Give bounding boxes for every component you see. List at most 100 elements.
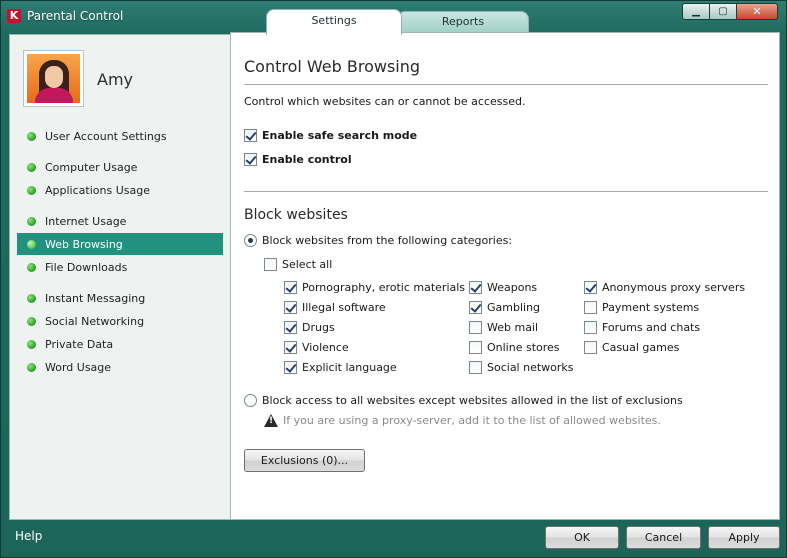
ok-button[interactable]: OK [545, 526, 619, 549]
apply-button[interactable]: Apply [708, 526, 780, 549]
block-all-radio[interactable]: Block access to all websites except webs… [244, 394, 683, 407]
category-label: Pornography, erotic materials [302, 281, 466, 294]
exclusions-button[interactable]: Exclusions (0)... [244, 449, 365, 472]
sidebar-item-social-networking[interactable]: Social Networking [17, 310, 223, 332]
sidebar-item-word-usage[interactable]: Word Usage [17, 356, 223, 378]
minimize-button[interactable]: ▁ [682, 3, 710, 20]
proxy-note-text: If you are using a proxy-server, add it … [283, 414, 661, 427]
maximize-icon: ▢ [718, 6, 728, 17]
title-divider [244, 84, 768, 85]
sidebar-item-applications-usage[interactable]: Applications Usage [17, 179, 223, 201]
checkbox-box[interactable] [244, 153, 257, 166]
sidebar: Amy User Account Settings Computer Usage… [9, 34, 231, 520]
green-bullet-icon [27, 216, 36, 226]
category-checkbox-gambling[interactable]: Gambling [469, 301, 540, 314]
green-bullet-icon [27, 239, 36, 249]
category-checkbox-illegal-software[interactable]: Illegal software [284, 301, 386, 314]
sidebar-item-private-data[interactable]: Private Data [17, 333, 223, 355]
sidebar-item-file-downloads[interactable]: File Downloads [17, 256, 223, 278]
sidebar-item-user-account-settings[interactable]: User Account Settings [17, 125, 223, 147]
checkbox-box[interactable] [284, 281, 297, 294]
checkbox-box[interactable] [264, 258, 277, 271]
sidebar-item-computer-usage[interactable]: Computer Usage [17, 156, 223, 178]
user-avatar-icon [27, 54, 80, 103]
select-all-checkbox[interactable]: Select all [264, 258, 332, 271]
category-checkbox-explicit-language[interactable]: Explicit language [284, 361, 397, 374]
checkbox-box[interactable] [469, 281, 482, 294]
checkbox-box[interactable] [584, 281, 597, 294]
category-label: Forums and chats [602, 321, 701, 334]
category-checkbox-social-networks[interactable]: Social networks [469, 361, 574, 374]
page-description: Control which websites can or cannot be … [244, 95, 526, 108]
close-icon: ✕ [752, 5, 762, 18]
category-label: Anonymous proxy servers [602, 281, 746, 294]
block-categories-label: Block websites from the following catego… [262, 234, 513, 247]
category-label: Explicit language [302, 361, 397, 374]
category-checkbox-weapons[interactable]: Weapons [469, 281, 537, 294]
category-label: Social networks [487, 361, 574, 374]
category-checkbox-online-stores[interactable]: Online stores [469, 341, 560, 354]
category-checkbox-drugs[interactable]: Drugs [284, 321, 335, 334]
help-link[interactable]: Help [15, 529, 42, 543]
sidebar-item-label: Instant Messaging [45, 291, 146, 305]
category-checkbox-forums-chats[interactable]: Forums and chats [584, 321, 700, 334]
green-bullet-icon [27, 293, 36, 303]
checkbox-box[interactable] [469, 321, 482, 334]
sidebar-item-label: Computer Usage [45, 160, 138, 174]
sidebar-item-label: Applications Usage [45, 183, 150, 197]
block-websites-title: Block websites [244, 207, 348, 223]
category-checkbox-casual-games[interactable]: Casual games [584, 341, 679, 354]
block-all-label: Block access to all websites except webs… [262, 394, 683, 407]
close-button[interactable]: ✕ [736, 3, 778, 20]
maximize-button[interactable]: ▢ [709, 3, 737, 20]
sidebar-item-label: File Downloads [45, 260, 128, 274]
radio-button[interactable] [244, 234, 257, 247]
cancel-button[interactable]: Cancel [626, 526, 701, 549]
tab-settings[interactable]: Settings [266, 9, 402, 35]
user-name: Amy [97, 70, 133, 89]
category-label: Web mail [487, 321, 539, 334]
category-label: Casual games [602, 341, 680, 354]
category-label: Drugs [302, 321, 335, 334]
minimize-icon: ▁ [692, 6, 700, 17]
section-divider [244, 191, 768, 192]
checkbox-box[interactable] [469, 301, 482, 314]
category-checkbox-web-mail[interactable]: Web mail [469, 321, 538, 334]
category-checkbox-payment-systems[interactable]: Payment systems [584, 301, 699, 314]
window-controls: ▁ ▢ ✕ [682, 3, 778, 21]
checkbox-box[interactable] [284, 301, 297, 314]
category-label: Gambling [487, 301, 541, 314]
enable-control-checkbox[interactable]: Enable control [244, 153, 352, 166]
avatar[interactable] [23, 50, 84, 107]
category-label: Payment systems [602, 301, 700, 314]
safe-search-checkbox[interactable]: Enable safe search mode [244, 129, 417, 142]
proxy-note: If you are using a proxy-server, add it … [264, 414, 661, 427]
sidebar-item-web-browsing[interactable]: Web Browsing [17, 233, 223, 255]
block-categories-radio[interactable]: Block websites from the following catego… [244, 234, 512, 247]
checkbox-box[interactable] [284, 341, 297, 354]
sidebar-item-label: Internet Usage [45, 214, 127, 228]
checkbox-box[interactable] [584, 321, 597, 334]
sidebar-item-label: Social Networking [45, 314, 145, 328]
select-all-label: Select all [282, 258, 333, 271]
sidebar-item-internet-usage[interactable]: Internet Usage [17, 210, 223, 232]
radio-button[interactable] [244, 394, 257, 407]
green-bullet-icon [27, 362, 36, 372]
sidebar-item-instant-messaging[interactable]: Instant Messaging [17, 287, 223, 309]
tab-reports[interactable]: Reports [397, 11, 529, 33]
checkbox-box[interactable] [244, 129, 257, 142]
green-bullet-icon [27, 131, 36, 141]
checkbox-box[interactable] [284, 321, 297, 334]
checkbox-box[interactable] [584, 301, 597, 314]
checkbox-box[interactable] [469, 361, 482, 374]
category-checkbox-anonymous-proxy[interactable]: Anonymous proxy servers [584, 281, 745, 294]
checkbox-box[interactable] [284, 361, 297, 374]
category-checkbox-violence[interactable]: Violence [284, 341, 349, 354]
main-panel: Control Web Browsing Control which websi… [230, 32, 780, 520]
checkbox-box[interactable] [584, 341, 597, 354]
green-bullet-icon [27, 162, 36, 172]
green-bullet-icon [27, 185, 36, 195]
checkbox-box[interactable] [469, 341, 482, 354]
category-checkbox-pornography[interactable]: Pornography, erotic materials [284, 281, 465, 294]
window-title: Parental Control [27, 9, 124, 23]
